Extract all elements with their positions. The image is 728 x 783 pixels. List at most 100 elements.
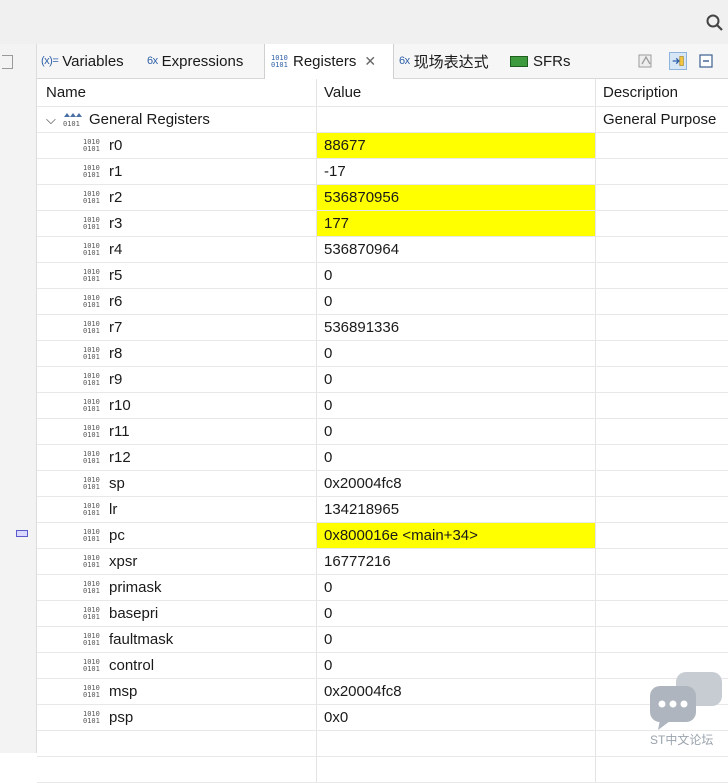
table-row[interactable]: 1010 0101 xpsr 16777216	[37, 549, 728, 575]
sfr-icon	[510, 55, 528, 67]
register-value-cell[interactable]: 0	[317, 601, 596, 626]
empty-cell	[317, 757, 596, 782]
register-name-cell: 1010 0101 r10	[37, 393, 317, 418]
column-header-name[interactable]: Name	[37, 79, 317, 106]
register-value-cell[interactable]: -17	[317, 159, 596, 184]
register-description-cell	[596, 289, 728, 314]
register-name: r3	[109, 215, 123, 232]
header-label: Value	[324, 84, 362, 101]
register-description-cell	[596, 575, 728, 600]
register-description-cell	[596, 263, 728, 288]
search-icon[interactable]	[706, 14, 724, 32]
register-value-cell[interactable]: 0	[317, 627, 596, 652]
table-row[interactable]: 1010 0101 psp 0x0	[37, 705, 728, 731]
table-row[interactable]: 1010 0101 lr 134218965	[37, 497, 728, 523]
register-value-cell[interactable]: 0	[317, 289, 596, 314]
register-value-cell[interactable]: 0x800016e <main+34>	[317, 523, 596, 548]
tab-sfrs[interactable]: SFRs	[510, 44, 571, 78]
register-value: 0	[324, 657, 333, 674]
register-name: r9	[109, 371, 123, 388]
table-row[interactable]: 1010 0101 r0 88677	[37, 133, 728, 159]
register-value-cell[interactable]: 536870964	[317, 237, 596, 262]
table-row[interactable]: 1010 0101 r6 0	[37, 289, 728, 315]
register-value-cell[interactable]: 88677	[317, 133, 596, 158]
register-name: xpsr	[109, 553, 138, 570]
register-name-cell: 1010 0101 xpsr	[37, 549, 317, 574]
register-value: 16777216	[324, 553, 391, 570]
register-value: 0	[324, 371, 333, 388]
empty-cell	[37, 757, 317, 782]
number-format-icon[interactable]	[637, 52, 655, 70]
register-description-cell	[596, 185, 728, 210]
table-row[interactable]: 1010 0101 sp 0x20004fc8	[37, 471, 728, 497]
group-value-cell	[317, 107, 596, 132]
register-value-cell[interactable]: 0	[317, 653, 596, 678]
register-value-cell[interactable]: 0	[317, 575, 596, 600]
table-row[interactable]: 1010 0101 r5 0	[37, 263, 728, 289]
register-value-cell[interactable]: 536891336	[317, 315, 596, 340]
table-row[interactable]: 1010 0101 control 0	[37, 653, 728, 679]
register-description-cell	[596, 367, 728, 392]
register-value: 0	[324, 293, 333, 310]
register-value-cell[interactable]: 0x20004fc8	[317, 679, 596, 704]
register-icon: 1010 0101	[83, 606, 100, 621]
table-row[interactable]: 1010 0101 r7 536891336	[37, 315, 728, 341]
editor-tab-edge[interactable]	[2, 55, 13, 69]
register-description-cell	[596, 523, 728, 548]
register-name-cell: 1010 0101 r12	[37, 445, 317, 470]
register-description-cell	[596, 471, 728, 496]
register-name-cell: 1010 0101 basepri	[37, 601, 317, 626]
register-icon: 1010 0101	[83, 294, 100, 309]
collapse-all-icon[interactable]	[697, 52, 715, 70]
table-row[interactable]: 1010 0101 r10 0	[37, 393, 728, 419]
register-value-cell[interactable]: 0	[317, 367, 596, 392]
group-row-general-registers[interactable]: ⌵ 0101 General Registers General Purpose	[37, 107, 728, 133]
table-row[interactable]: 1010 0101 faultmask 0	[37, 627, 728, 653]
register-value: 134218965	[324, 501, 400, 518]
current-line-marker[interactable]	[16, 530, 28, 537]
register-name-cell: 1010 0101 r9	[37, 367, 317, 392]
table-row[interactable]: 1010 0101 primask 0	[37, 575, 728, 601]
column-header-description[interactable]: Description	[596, 79, 728, 106]
register-value-cell[interactable]: 16777216	[317, 549, 596, 574]
table-row[interactable]: 1010 0101 r2 536870956	[37, 185, 728, 211]
register-value-cell[interactable]: 0	[317, 445, 596, 470]
register-value-cell[interactable]: 0x0	[317, 705, 596, 730]
register-value-cell[interactable]: 0	[317, 341, 596, 366]
table-row[interactable]: 1010 0101 basepri 0	[37, 601, 728, 627]
register-value-cell[interactable]: 177	[317, 211, 596, 236]
chevron-down-icon[interactable]: ⌵	[46, 107, 56, 132]
tab-live-expressions[interactable]: 6x 现场表达式	[399, 44, 489, 78]
close-icon[interactable]: ✕	[364, 53, 376, 70]
table-row[interactable]: 1010 0101 r12 0	[37, 445, 728, 471]
header-label: Name	[46, 84, 87, 101]
register-icon: 1010 0101	[83, 242, 100, 257]
register-name: faultmask	[109, 631, 174, 648]
tab-registers[interactable]: 1010 0101 Registers ✕	[264, 44, 394, 79]
register-name: pc	[109, 527, 125, 544]
register-name: control	[109, 657, 155, 674]
register-value-cell[interactable]: 536870956	[317, 185, 596, 210]
empty-row	[37, 757, 728, 783]
header-label: Description	[603, 84, 679, 101]
register-value-cell[interactable]: 0	[317, 419, 596, 444]
register-icon: 1010 0101	[83, 684, 100, 699]
table-row[interactable]: 1010 0101 r9 0	[37, 367, 728, 393]
register-value-cell[interactable]: 0	[317, 263, 596, 288]
layout-toggle-icon[interactable]	[669, 52, 687, 70]
register-value-cell[interactable]: 0x20004fc8	[317, 471, 596, 496]
table-row[interactable]: 1010 0101 msp 0x20004fc8	[37, 679, 728, 705]
table-row[interactable]: 1010 0101 r3 177	[37, 211, 728, 237]
tab-variables[interactable]: (x)= Variables	[41, 44, 124, 78]
table-row[interactable]: 1010 0101 r8 0	[37, 341, 728, 367]
column-header-value[interactable]: Value	[317, 79, 596, 106]
table-row[interactable]: 1010 0101 r1 -17	[37, 159, 728, 185]
register-name: r1	[109, 163, 123, 180]
tab-expressions[interactable]: 6x Expressions	[147, 44, 243, 78]
table-row[interactable]: 1010 0101 r11 0	[37, 419, 728, 445]
table-row[interactable]: 1010 0101 r4 536870964	[37, 237, 728, 263]
register-value-cell[interactable]: 0	[317, 393, 596, 418]
register-description-cell	[596, 341, 728, 366]
table-row[interactable]: 1010 0101 pc 0x800016e <main+34>	[37, 523, 728, 549]
register-value-cell[interactable]: 134218965	[317, 497, 596, 522]
